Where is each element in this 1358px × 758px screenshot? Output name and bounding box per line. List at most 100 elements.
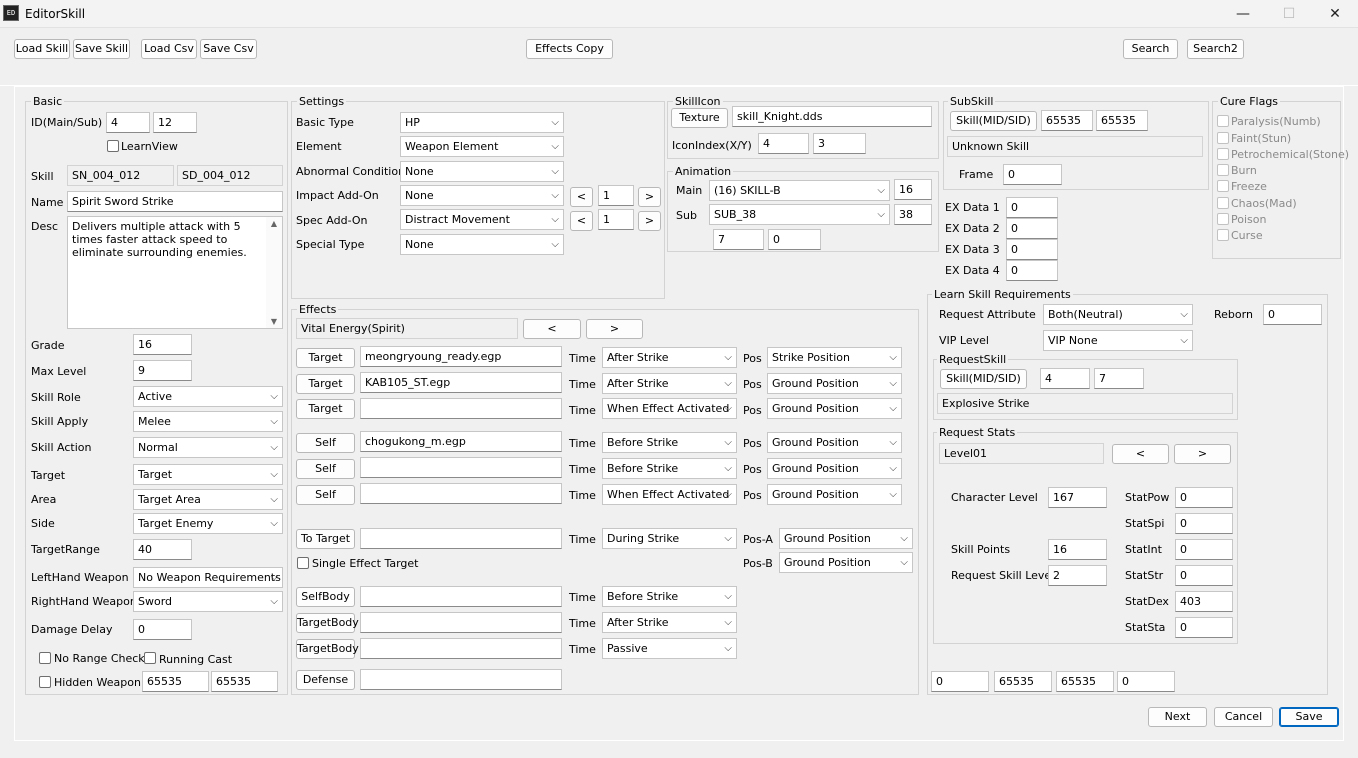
- effect-file-field[interactable]: chogukong_m.egp: [360, 431, 562, 452]
- effect-time-select[interactable]: When Effect Activated ⌵: [602, 484, 737, 505]
- stat-spi-field[interactable]: 0: [1175, 513, 1233, 534]
- skill-action-select[interactable]: Normal ⌵: [133, 437, 283, 458]
- ex-data-1-field[interactable]: 0: [1006, 197, 1058, 218]
- animation-sub-value[interactable]: 38: [894, 204, 932, 225]
- animation-extra-a[interactable]: 7: [713, 229, 764, 250]
- spec-addon-select[interactable]: Distract Movement ⌵: [400, 209, 564, 230]
- cure-poison-checkbox[interactable]: [1217, 213, 1229, 225]
- cure-chaos-checkbox[interactable]: [1217, 197, 1229, 209]
- hidden-weapon-b-field[interactable]: 65535: [211, 671, 278, 692]
- running-cast-checkbox[interactable]: [144, 652, 156, 664]
- effects-next-button[interactable]: >: [586, 319, 643, 339]
- effect-file-field[interactable]: meongryoung_ready.egp: [360, 346, 562, 367]
- impact-next-button[interactable]: >: [638, 187, 661, 207]
- effect-pos-select[interactable]: Ground Position ⌵: [767, 458, 902, 479]
- effect-file-field[interactable]: [360, 457, 562, 478]
- effect-pos-select[interactable]: Ground Position ⌵: [767, 432, 902, 453]
- minimize-button[interactable]: —: [1220, 0, 1266, 28]
- effect-pos-select[interactable]: Ground Position ⌵: [767, 398, 902, 419]
- stat-dex-field[interactable]: 403: [1175, 591, 1233, 612]
- spec-next-button[interactable]: >: [638, 211, 661, 231]
- cure-burn-checkbox[interactable]: [1217, 164, 1229, 176]
- request-skill-level-field[interactable]: 2: [1048, 565, 1107, 586]
- bottom-value-field[interactable]: 65535: [994, 671, 1052, 692]
- character-level-field[interactable]: 167: [1048, 487, 1107, 508]
- icon-y-field[interactable]: 3: [813, 133, 866, 154]
- righthand-select[interactable]: Sword ⌵: [133, 591, 283, 612]
- to-target-pos-b-select[interactable]: Ground Position ⌵: [779, 552, 913, 573]
- maxlevel-field[interactable]: 9: [133, 360, 192, 381]
- cure-petrochemical-checkbox[interactable]: [1217, 148, 1229, 160]
- target-select[interactable]: Target ⌵: [133, 464, 283, 485]
- cancel-button[interactable]: Cancel: [1214, 707, 1273, 727]
- bottom-value-field[interactable]: 0: [1117, 671, 1175, 692]
- request-skill-select-button[interactable]: Skill(MID/SID): [940, 369, 1027, 389]
- maximize-button[interactable]: ☐: [1266, 0, 1312, 28]
- target-range-field[interactable]: 40: [133, 539, 192, 560]
- effect-time-select[interactable]: After Strike ⌵: [602, 373, 737, 394]
- icon-x-field[interactable]: 4: [758, 133, 809, 154]
- load-skill-button[interactable]: Load Skill: [14, 39, 70, 59]
- effect-target-button[interactable]: Target: [296, 399, 355, 419]
- lefthand-select[interactable]: No Weapon Requirements ⌵: [133, 567, 283, 588]
- effects-prev-button[interactable]: <: [523, 319, 581, 339]
- subskill-mid-field[interactable]: 65535: [1041, 110, 1093, 131]
- animation-sub-select[interactable]: SUB_38 ⌵: [709, 204, 890, 225]
- damage-delay-field[interactable]: 0: [133, 619, 192, 640]
- area-select[interactable]: Target Area ⌵: [133, 489, 283, 510]
- stat-sta-field[interactable]: 0: [1175, 617, 1233, 638]
- impact-addon-select[interactable]: None ⌵: [400, 185, 564, 206]
- texture-button[interactable]: Texture: [671, 108, 728, 128]
- effect-to-target-button[interactable]: To Target: [296, 529, 355, 549]
- stat-pow-field[interactable]: 0: [1175, 487, 1233, 508]
- hidden-weapon-a-field[interactable]: 65535: [142, 671, 209, 692]
- effect-pos-select[interactable]: Strike Position ⌵: [767, 347, 902, 368]
- scroll-down-icon[interactable]: ▼: [266, 317, 282, 326]
- spec-prev-button[interactable]: <: [570, 211, 593, 231]
- effect-pos-select[interactable]: Ground Position ⌵: [767, 484, 902, 505]
- request-stats-next-button[interactable]: >: [1174, 444, 1231, 464]
- effect-self-button[interactable]: Self: [296, 485, 355, 505]
- search-button[interactable]: Search: [1123, 39, 1178, 59]
- frame-field[interactable]: 0: [1003, 164, 1062, 185]
- to-target-time-select[interactable]: During Strike ⌵: [602, 528, 737, 549]
- abnormal-condition-select[interactable]: None ⌵: [400, 161, 564, 182]
- cure-curse-checkbox[interactable]: [1217, 229, 1229, 241]
- element-select[interactable]: Weapon Element ⌵: [400, 136, 564, 157]
- body-time-select[interactable]: Before Strike ⌵: [602, 586, 737, 607]
- to-target-pos-a-select[interactable]: Ground Position ⌵: [779, 528, 913, 549]
- effect-self-button[interactable]: Self: [296, 433, 355, 453]
- request-stats-prev-button[interactable]: <: [1112, 444, 1169, 464]
- scroll-up-icon[interactable]: ▲: [266, 219, 282, 228]
- animation-main-value[interactable]: 16: [894, 179, 932, 200]
- id-main-field[interactable]: 4: [106, 112, 150, 133]
- grade-field[interactable]: 16: [133, 334, 192, 355]
- save-skill-button[interactable]: Save Skill: [73, 39, 130, 59]
- skill-points-field[interactable]: 16: [1048, 539, 1107, 560]
- cure-freeze-checkbox[interactable]: [1217, 180, 1229, 192]
- body-time-select[interactable]: After Strike ⌵: [602, 612, 737, 633]
- texture-field[interactable]: skill_Knight.dds: [732, 106, 932, 127]
- effect-file-field[interactable]: KAB105_ST.egp: [360, 372, 562, 393]
- ex-data-3-field[interactable]: 0: [1006, 239, 1058, 260]
- reborn-field[interactable]: 0: [1263, 304, 1322, 325]
- effect-time-select[interactable]: Before Strike ⌵: [602, 458, 737, 479]
- bottom-value-field[interactable]: 0: [931, 671, 989, 692]
- single-effect-target-checkbox[interactable]: [297, 557, 309, 569]
- request-attribute-select[interactable]: Both(Neutral) ⌵: [1043, 304, 1193, 325]
- stat-str-field[interactable]: 0: [1175, 565, 1233, 586]
- skill-sd-field[interactable]: SD_004_012: [177, 165, 283, 186]
- effect-defense-button[interactable]: Defense: [296, 670, 355, 690]
- cure-paralysis-checkbox[interactable]: [1217, 115, 1229, 127]
- animation-extra-b[interactable]: 0: [768, 229, 821, 250]
- effect-to-target-file-field[interactable]: [360, 528, 562, 549]
- effect-time-select[interactable]: Before Strike ⌵: [602, 432, 737, 453]
- effect-target-button[interactable]: Target: [296, 374, 355, 394]
- basic-type-select[interactable]: HP ⌵: [400, 112, 564, 133]
- effect-targetbody-button[interactable]: TargetBody: [296, 613, 359, 633]
- close-button[interactable]: ✕: [1312, 0, 1358, 28]
- side-select[interactable]: Target Enemy ⌵: [133, 513, 283, 534]
- effect-body-file-field[interactable]: [360, 586, 562, 607]
- learnview-checkbox[interactable]: [107, 140, 119, 152]
- stat-int-field[interactable]: 0: [1175, 539, 1233, 560]
